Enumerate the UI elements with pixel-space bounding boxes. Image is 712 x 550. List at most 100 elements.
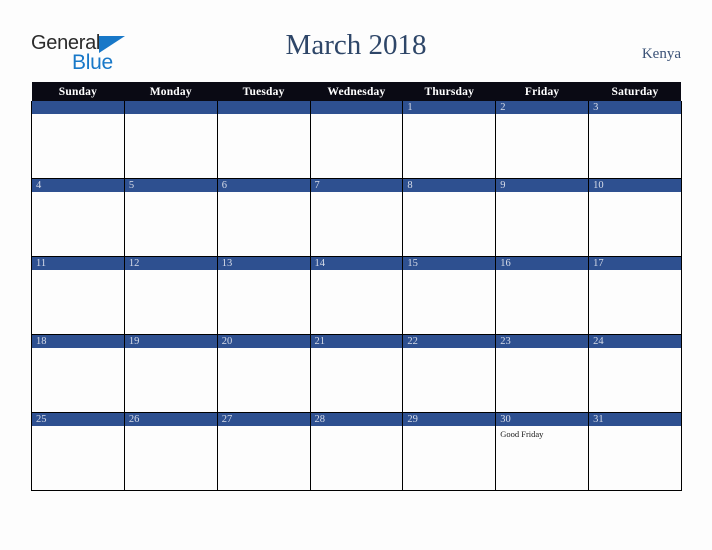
day-cell-empty[interactable] — [309, 101, 404, 179]
day-cell[interactable]: 12 — [123, 256, 218, 335]
day-number — [310, 101, 403, 114]
weekday-header-monday: Monday — [124, 82, 218, 101]
day-content — [125, 348, 217, 412]
day-content — [496, 270, 588, 334]
holiday-label: Good Friday — [500, 429, 544, 439]
day-number: 7 — [310, 179, 403, 192]
day-content — [125, 270, 217, 334]
day-number: 20 — [217, 335, 310, 348]
day-number: 26 — [124, 413, 217, 426]
day-content — [32, 348, 124, 412]
day-content — [218, 114, 310, 178]
day-cell[interactable]: 1 — [402, 101, 497, 179]
day-number: 14 — [310, 257, 403, 270]
day-number: 22 — [403, 335, 496, 348]
day-cell[interactable]: 28 — [309, 412, 404, 491]
day-content — [589, 270, 681, 334]
calendar-body: 1 2 3 4 5 6 7 8 9 10 11 12 13 14 15 16 17 18 19 20 21 22 23 24 2… — [31, 101, 682, 491]
day-cell[interactable]: 7 — [309, 178, 404, 257]
day-content — [32, 426, 124, 490]
day-cell[interactable]: 22 — [402, 334, 497, 413]
day-content — [125, 192, 217, 256]
day-cell[interactable]: 15 — [402, 256, 497, 335]
calendar-week-row: 25 26 27 28 29 30 Good Friday 31 — [31, 412, 682, 491]
day-number: 19 — [124, 335, 217, 348]
day-cell[interactable]: 9 — [495, 178, 590, 257]
day-number: 28 — [310, 413, 403, 426]
calendar-week-row: 11 12 13 14 15 16 17 — [31, 256, 682, 335]
day-number: 5 — [124, 179, 217, 192]
day-cell[interactable]: 2 — [495, 101, 590, 179]
day-content — [589, 348, 681, 412]
general-blue-logo[interactable]: General Blue — [31, 33, 191, 75]
day-cell[interactable]: 24 — [588, 334, 682, 413]
weekday-header-sunday: Sunday — [31, 82, 125, 101]
day-cell[interactable]: 19 — [123, 334, 218, 413]
day-number: 29 — [403, 413, 496, 426]
day-cell[interactable]: 10 — [588, 178, 682, 257]
day-content — [311, 426, 403, 490]
day-cell-empty[interactable] — [216, 101, 311, 179]
day-cell[interactable]: 18 — [31, 334, 125, 413]
day-number: 17 — [589, 257, 681, 270]
day-content — [496, 114, 588, 178]
day-content — [311, 114, 403, 178]
weekday-header-thursday: Thursday — [402, 82, 496, 101]
day-cell[interactable]: 4 — [31, 178, 125, 257]
day-number: 30 — [496, 413, 589, 426]
day-cell[interactable]: 14 — [309, 256, 404, 335]
day-content — [589, 114, 681, 178]
day-cell[interactable]: 29 — [402, 412, 497, 491]
day-cell[interactable]: 17 — [588, 256, 682, 335]
calendar-week-row: 123 — [31, 101, 682, 179]
weekday-header-saturday: Saturday — [588, 82, 682, 101]
day-cell[interactable]: 30 Good Friday — [495, 412, 590, 491]
day-cell[interactable]: 6 — [216, 178, 311, 257]
day-number: 31 — [589, 413, 681, 426]
day-cell[interactable]: 27 — [216, 412, 311, 491]
day-number: 16 — [496, 257, 589, 270]
day-cell[interactable]: 8 — [402, 178, 497, 257]
day-content — [32, 114, 124, 178]
day-number: 24 — [589, 335, 681, 348]
day-cell[interactable]: 5 — [123, 178, 218, 257]
day-cell[interactable]: 25 — [31, 412, 125, 491]
weekday-header-wednesday: Wednesday — [310, 82, 403, 101]
day-cell[interactable]: 3 — [588, 101, 682, 179]
day-content — [125, 426, 217, 490]
day-content — [32, 192, 124, 256]
day-number: 3 — [589, 101, 681, 114]
day-content — [496, 192, 588, 256]
day-number: 6 — [217, 179, 310, 192]
day-content — [403, 192, 495, 256]
day-content — [32, 270, 124, 334]
day-number: 9 — [496, 179, 589, 192]
day-content — [403, 348, 495, 412]
day-content — [311, 192, 403, 256]
day-content — [218, 270, 310, 334]
day-cell[interactable]: 23 — [495, 334, 590, 413]
day-cell[interactable]: 21 — [309, 334, 404, 413]
day-cell[interactable]: 11 — [31, 256, 125, 335]
day-cell-empty[interactable] — [31, 101, 125, 179]
day-content — [311, 348, 403, 412]
day-content: Good Friday — [496, 426, 588, 490]
day-cell-empty[interactable] — [123, 101, 218, 179]
day-cell[interactable]: 20 — [216, 334, 311, 413]
day-number — [217, 101, 310, 114]
day-cell[interactable]: 16 — [495, 256, 590, 335]
weekday-header-row: Sunday Monday Tuesday Wednesday Thursday Frid… — [31, 82, 682, 101]
page-header: General Blue March 2018 Kenya — [0, 0, 712, 82]
day-content — [589, 426, 681, 490]
day-number: 13 — [217, 257, 310, 270]
day-content — [589, 192, 681, 256]
calendar-week-row: 18 19 20 21 22 23 24 — [31, 334, 682, 413]
day-number — [124, 101, 217, 114]
day-cell[interactable]: 26 — [123, 412, 218, 491]
day-cell[interactable]: 13 — [216, 256, 311, 335]
day-content — [125, 114, 217, 178]
day-number: 8 — [403, 179, 496, 192]
day-number: 25 — [32, 413, 124, 426]
day-content — [403, 426, 495, 490]
day-cell[interactable]: 31 — [588, 412, 682, 491]
